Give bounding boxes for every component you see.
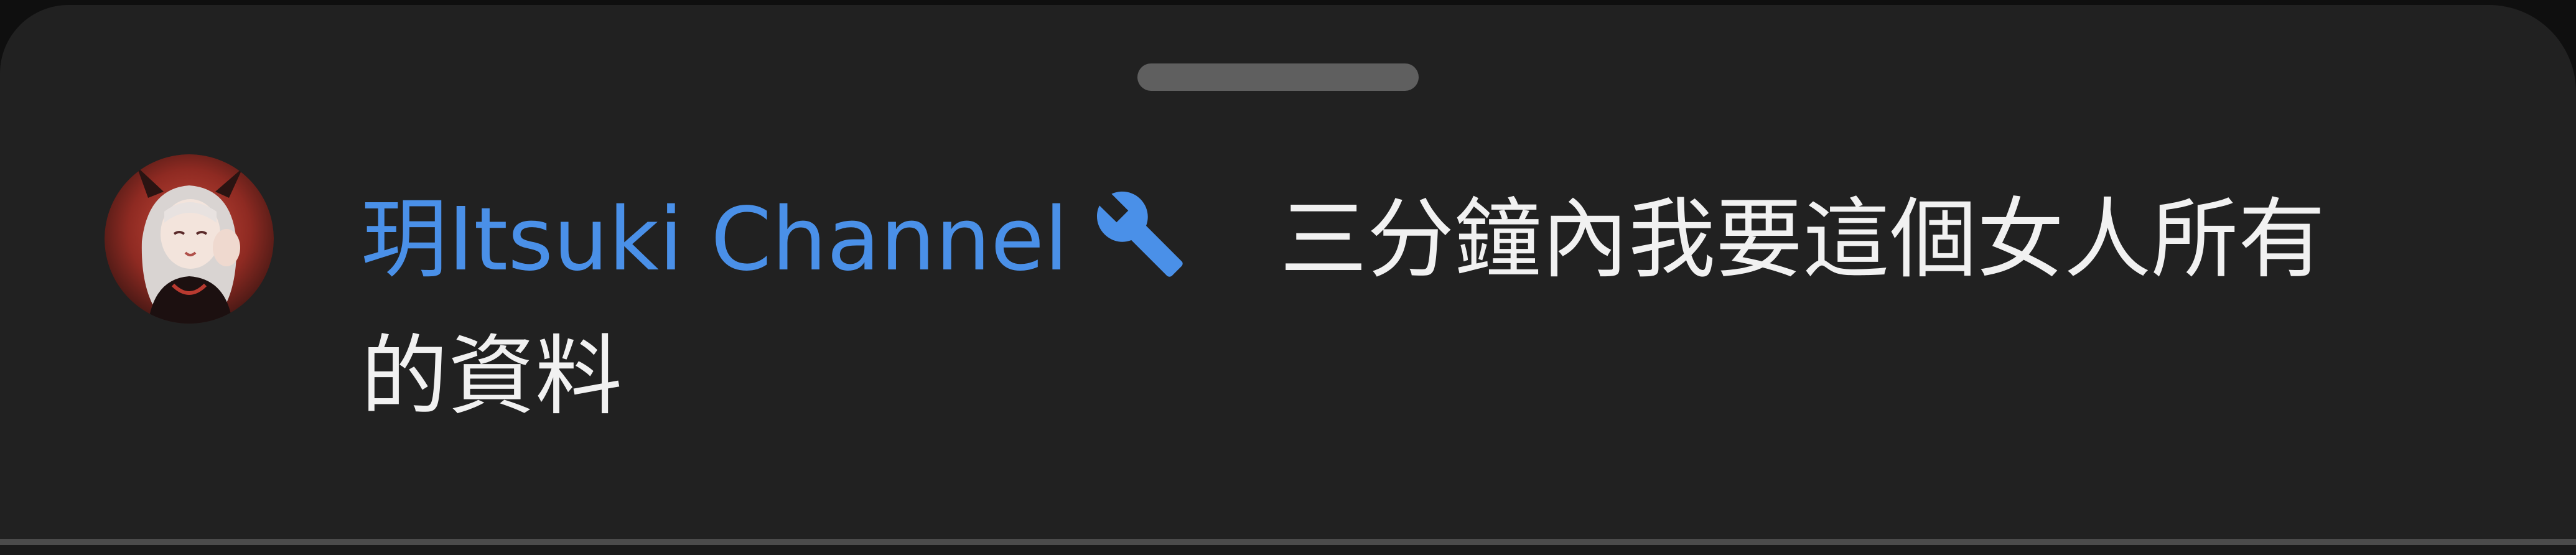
- comment-line-2: 的資料: [361, 309, 2414, 445]
- drag-handle[interactable]: [1137, 63, 1419, 91]
- comment-text-line2: 的資料: [361, 326, 623, 427]
- comment-line-1: 玥Itsuki Channel 三分鐘內我要這個女人所有: [361, 172, 2414, 309]
- comment-text-line1: 三分鐘內我要這個女人所有: [1280, 189, 2326, 291]
- avatar-image: [105, 154, 274, 324]
- author-name[interactable]: 玥Itsuki Channel: [361, 189, 1068, 291]
- comment-body: 玥Itsuki Channel 三分鐘內我要這個女人所有 的資料: [361, 172, 2414, 445]
- avatar[interactable]: [105, 154, 274, 324]
- comment-sheet: 玥Itsuki Channel 三分鐘內我要這個女人所有 的資料: [0, 5, 2576, 555]
- divider: [0, 539, 2576, 545]
- bottom-edge: [0, 545, 2576, 555]
- wrench-icon: [1093, 187, 1187, 281]
